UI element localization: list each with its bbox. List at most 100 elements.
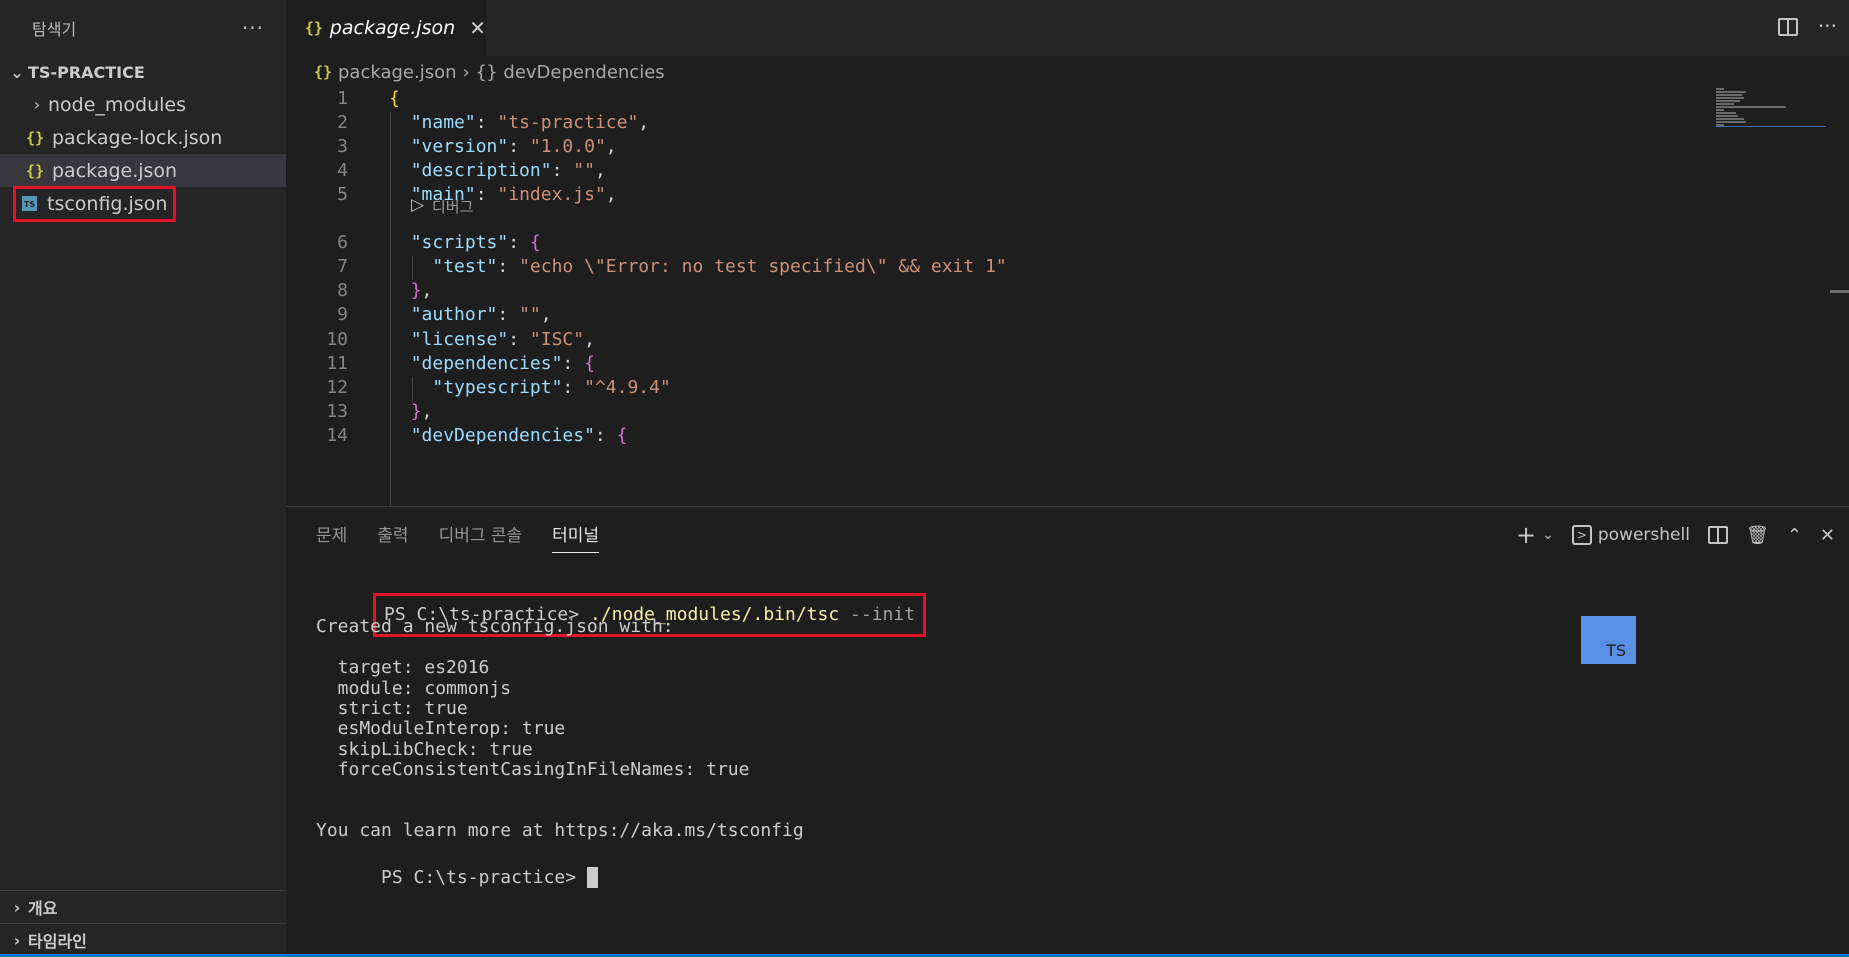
tree-item-package-json[interactable]: {} package.json (0, 154, 286, 187)
code-token: "1.0.0" (529, 136, 606, 157)
tab-problems[interactable]: 문제 (316, 521, 347, 553)
code-token: "dependencies" (410, 353, 563, 374)
line-content: }, (389, 401, 433, 422)
chevron-down-icon[interactable]: ⌄ (1542, 527, 1554, 543)
code-line: 3 "version": "1.0.0", (286, 136, 1686, 160)
code-token: "ts-practice" (497, 112, 639, 133)
line-content: "dependencies": { (389, 353, 595, 374)
terminal-output[interactable]: PS C:\ts-practice> ./node_modules/.bin/t… (316, 563, 927, 889)
code-line: 5 "main": "index.js", (286, 184, 1686, 208)
breadcrumb: {} package.json › {} devDependencies (286, 56, 1849, 88)
code-token: : (594, 425, 617, 446)
workspace-folder[interactable]: ⌄ TS-PRACTICE (0, 56, 286, 88)
code-token: : (497, 256, 520, 277)
scrollbar-indicator[interactable] (1830, 290, 1849, 293)
split-terminal-icon[interactable] (1707, 526, 1728, 544)
terminal-line: forceConsistentCasingInFileNames: true (316, 759, 750, 781)
terminal-line: module: commonjs (316, 677, 512, 699)
tree-item-label: tsconfig.json (47, 192, 168, 215)
code-token: , (605, 184, 617, 205)
line-number: 8 (337, 280, 348, 301)
more-actions-icon[interactable]: ··· (1818, 14, 1837, 38)
close-icon[interactable]: ✕ (469, 16, 486, 40)
line-number: 9 (337, 304, 348, 325)
terminal-line: target: es2016 (316, 657, 490, 679)
code-token: "name" (410, 112, 476, 133)
code-line: 9 "author": "", (286, 304, 1686, 328)
code-line: 8 }, (286, 280, 1686, 304)
code-line: 1{ (286, 88, 1686, 112)
code-token: , (540, 304, 552, 325)
outline-label: 개요 (28, 899, 58, 918)
panel-tabs: 문제 출력 디버그 콘솔 터미널 (316, 521, 600, 553)
code-token: , (638, 112, 650, 133)
code-line: 7 "test": "echo \"Error: no test specifi… (286, 256, 1686, 280)
line-content: "devDependencies": { (389, 425, 628, 446)
json-file-icon: {} (25, 128, 45, 147)
code-line: 4 "description": "", (286, 160, 1686, 184)
tree-item-package-lock-json[interactable]: {} package-lock.json (0, 121, 286, 154)
line-number: 5 (337, 184, 348, 205)
chevron-right-icon: › (13, 930, 21, 950)
tree-item-tsconfig-json[interactable]: TS tsconfig.json (0, 185, 286, 222)
terminal-selector[interactable]: > powershell (1571, 525, 1690, 545)
final-prompt-text: PS C:\ts-practice> (381, 866, 587, 888)
code-editor[interactable]: 디버그 1{2 "name": "ts-practice",3 "version… (286, 88, 1849, 506)
code-token: : (475, 112, 498, 133)
code-token: "scripts" (410, 232, 509, 253)
split-editor-icon[interactable] (1777, 18, 1798, 36)
close-panel-icon[interactable]: ✕ (1820, 525, 1835, 546)
line-content: "version": "1.0.0", (389, 136, 617, 157)
new-terminal-icon[interactable]: + (1516, 521, 1536, 549)
line-number: 12 (326, 377, 348, 398)
code-token: "license" (410, 329, 509, 350)
chevron-right-icon: › (13, 897, 21, 917)
tab-debug-console[interactable]: 디버그 콘솔 (439, 521, 523, 553)
tree-item-node-modules[interactable]: › node_modules (0, 88, 286, 121)
json-file-icon: {} (304, 19, 323, 37)
minimap[interactable] (1716, 88, 1826, 128)
code-token: : (508, 329, 530, 350)
line-content: "main": "index.js", (389, 184, 617, 205)
outline-section[interactable]: › 개요 (0, 890, 286, 923)
more-actions-icon[interactable]: ··· (242, 16, 264, 40)
code-token: "" (519, 304, 541, 325)
line-number: 7 (337, 256, 348, 277)
timeline-section[interactable]: › 타임라인 (0, 923, 286, 956)
code-token: "main" (410, 184, 476, 205)
highlight-box: TS tsconfig.json (12, 185, 177, 222)
tab-label: package.json (329, 17, 456, 39)
code-line: 2 "name": "ts-practice", (286, 112, 1686, 136)
breadcrumb-symbol[interactable]: devDependencies (503, 62, 664, 83)
terminal-line: You can learn more at https://aka.ms/tsc… (316, 820, 804, 842)
timeline-label: 타임라인 (28, 932, 87, 951)
tab-package-json[interactable]: {} package.json ✕ (286, 0, 486, 56)
chevron-right-icon: › (462, 61, 470, 83)
code-line: 14 "devDependencies": { (286, 425, 1686, 449)
line-content: }, (389, 280, 433, 301)
tree-item-label: package.json (52, 159, 178, 182)
code-token: , (605, 136, 617, 157)
terminal-final-prompt: PS C:\ts-practice> (316, 842, 926, 889)
line-content: "description": "", (389, 160, 606, 181)
explorer-sidebar: 탐색기 ··· ⌄ TS-PRACTICE › node_modules {} … (0, 0, 286, 957)
chevron-right-icon: › (33, 95, 41, 114)
code-token: "version" (410, 136, 509, 157)
line-number: 1 (337, 88, 348, 109)
maximize-panel-icon[interactable]: ⌃ (1787, 525, 1802, 546)
tab-terminal[interactable]: 터미널 (552, 521, 600, 553)
code-token: "description" (410, 160, 552, 181)
breadcrumb-file[interactable]: package.json (338, 62, 457, 83)
code-token: } (410, 280, 422, 301)
trash-icon[interactable]: 🗑 (1746, 525, 1769, 546)
code-line: 11 "dependencies": { (286, 353, 1686, 377)
tab-output[interactable]: 출력 (377, 521, 408, 553)
code-token: , (594, 160, 606, 181)
